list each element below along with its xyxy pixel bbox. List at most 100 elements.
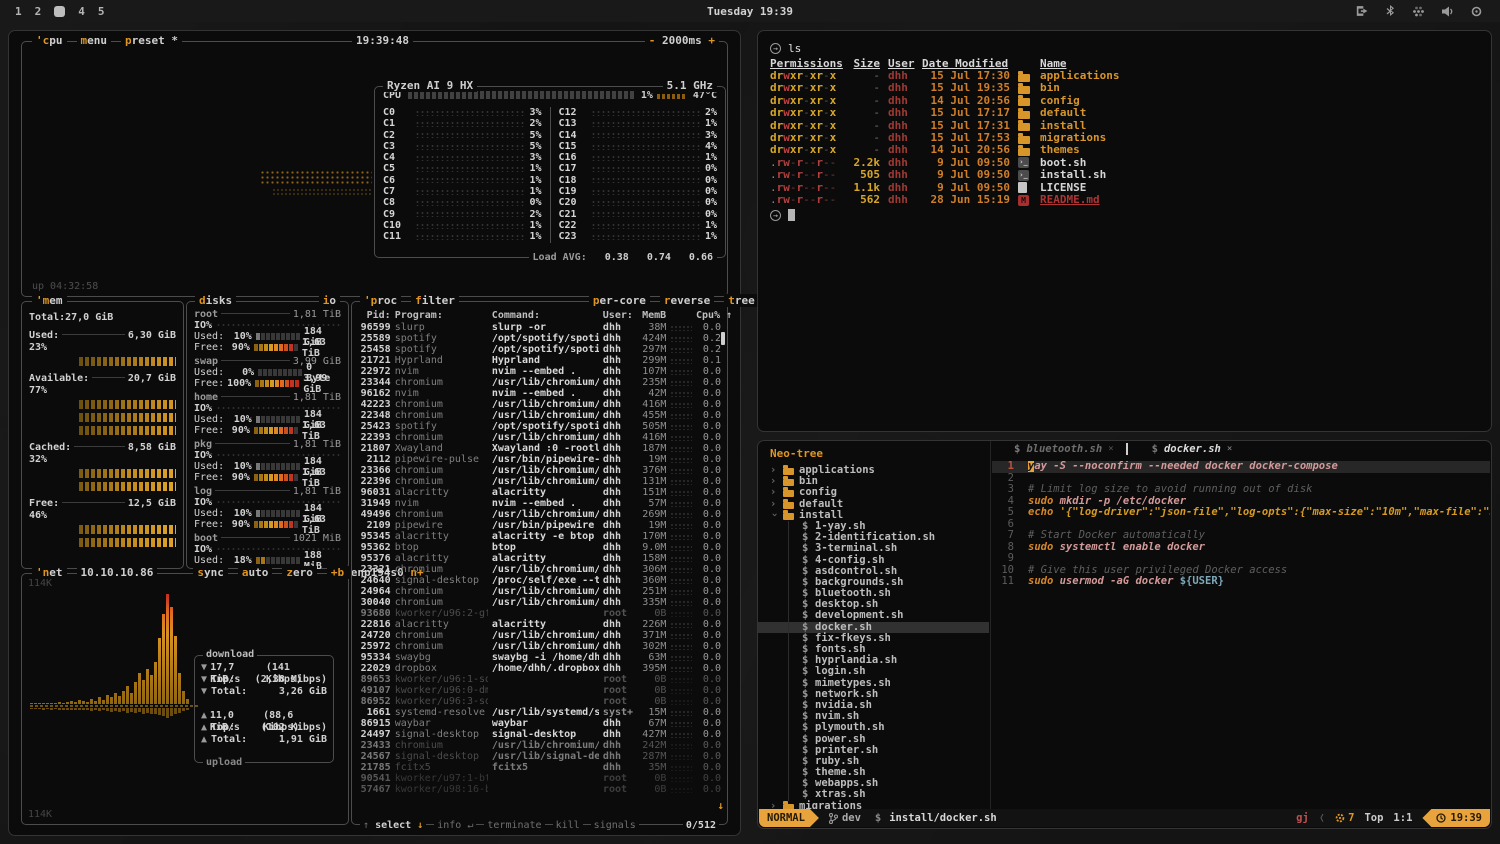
terminate-hint[interactable]: terminate [484, 820, 544, 831]
proc-row[interactable]: 24964chromium/usr/lib/chromium/dhh251M0.… [358, 586, 721, 597]
disks-box-title[interactable]: disks [195, 294, 236, 307]
net-stat-row: ▲11,0 KiB/s(88,6 Kibps) [201, 710, 327, 722]
proc-row[interactable]: 93680kworker/u96:2-gfroot0B0.0 [358, 608, 721, 619]
net-down-bar [102, 700, 105, 704]
kill-hint[interactable]: kill [553, 820, 583, 831]
proc-scrollbar-thumb[interactable] [721, 332, 725, 345]
proc-row[interactable]: 23433chromium/usr/lib/chromium/dhh242M0.… [358, 740, 721, 751]
proc-row[interactable]: 95334swaybgswaybg -i /home/dhdhh63M0.0 [358, 652, 721, 663]
proc-row[interactable]: 25458spotify/opt/spotify/spotidhh297M0.2 [358, 344, 721, 355]
tree-item-install[interactable]: ›install [758, 510, 989, 521]
proc-row[interactable]: 21807XwaylandXwayland :0 -rootldhh187M0.… [358, 443, 721, 454]
tree-item-3-terminal.sh[interactable]: $3-terminal.sh [758, 543, 989, 554]
proc-row[interactable]: 23344chromium/usr/lib/chromium/dhh235M0.… [358, 377, 721, 388]
proc-row[interactable]: 22972nvimnvim --embed .dhh107M0.0 [358, 366, 721, 377]
proc-row[interactable]: 22029dropbox/home/dhh/.dropboxdhh395M0.0 [358, 663, 721, 674]
interval-control[interactable]: - 2000ms + [645, 34, 719, 47]
tree-item-hyprlandia.sh[interactable]: $hyprlandia.sh [758, 655, 989, 666]
proc-row[interactable]: 96599slurpslurp -ordhh38M0.0 [358, 322, 721, 333]
tab-bluetooth.sh[interactable]: $bluetooth.sh× [1004, 443, 1124, 455]
proc-row[interactable]: 22396chromium/usr/lib/chromium/dhh131M0.… [358, 476, 721, 487]
tree-item-plymouth.sh[interactable]: $plymouth.sh [758, 722, 989, 733]
proc-row[interactable]: 22816alacrittyalacrittydhh226M0.0 [358, 619, 721, 630]
proc-tree-toggle[interactable]: tree [724, 294, 759, 307]
proc-row[interactable]: 25423spotify/opt/spotify/spotidhh505M0.0 [358, 421, 721, 432]
proc-row[interactable]: 24497signal-desktopsignal-desktopdhh427M… [358, 729, 721, 740]
proc-row[interactable]: 2112pipewire-pulse/usr/bin/pipewire-dhh1… [358, 454, 721, 465]
proc-row[interactable]: 42223chromium/usr/lib/chromium/dhh416M0.… [358, 399, 721, 410]
net-zero-button[interactable]: zero [282, 566, 317, 579]
select-hint[interactable]: select [375, 820, 411, 831]
proc-row[interactable]: 24640signal-desktop/proc/self/exe --tdhh… [358, 575, 721, 586]
tree-item-development.sh[interactable]: $development.sh [758, 610, 989, 621]
tree-item-nvidia.sh[interactable]: $nvidia.sh [758, 700, 989, 711]
core-row: C101% [383, 220, 542, 231]
proc-row[interactable]: 49496chromium/usr/lib/chromium/dhh269M0.… [358, 509, 721, 520]
cpu-usage-mini-graph [260, 170, 372, 186]
proc-row[interactable]: 95345alacrittyalacritty -e btopdhh170M0.… [358, 531, 721, 542]
tab-docker.sh[interactable]: $docker.sh× [1142, 443, 1243, 455]
net-up-bar [78, 708, 81, 710]
proc-row[interactable]: 90541kworker/u97:1-btroot0B0.0 [358, 773, 721, 784]
proc-row[interactable]: 96031alacrittyalacrittydhh151M0.0 [358, 487, 721, 498]
tree-item-login.sh[interactable]: $login.sh [758, 666, 989, 677]
core-row: C210% [559, 209, 718, 220]
proc-row[interactable]: 96162nvimnvim --embed .dhh42M0.0 [358, 388, 721, 399]
tree-item-printer.sh[interactable]: $printer.sh [758, 745, 989, 756]
close-icon[interactable]: × [1108, 444, 1113, 454]
tree-item-xtras.sh[interactable]: $xtras.sh [758, 789, 989, 800]
tree-item-config[interactable]: ›config [758, 487, 989, 498]
io-toggle[interactable]: io [319, 294, 340, 307]
scroll-down-icon[interactable]: ↓ [717, 799, 724, 812]
proc-filter-button[interactable]: filter [411, 294, 459, 307]
net-down-bar [30, 703, 33, 704]
proc-row[interactable]: 95376alacrittyalacrittydhh158M0.0 [358, 553, 721, 564]
proc-row[interactable]: 24567signal-desktop/usr/lib/signal-dedhh… [358, 751, 721, 762]
proc-row[interactable]: 2109pipewire/usr/bin/pipewiredhh19M0.0 [358, 520, 721, 531]
info-hint[interactable]: info [437, 820, 461, 831]
memory-box-title[interactable]: 'mem [32, 294, 67, 307]
menu-button[interactable]: menu [77, 34, 112, 47]
close-icon[interactable]: × [1227, 444, 1232, 454]
tree-item-power.sh[interactable]: $power.sh [758, 734, 989, 745]
net-down-bar [58, 702, 61, 704]
tree-item-4-config.sh[interactable]: $4-config.sh [758, 555, 989, 566]
proc-percore-toggle[interactable]: per-core [589, 294, 650, 307]
proc-row[interactable]: 57467kworker/u98:16-broot0B0.0 [358, 784, 721, 795]
net-up-bar [182, 708, 185, 711]
tree-item-network.sh[interactable]: $network.sh [758, 689, 989, 700]
proc-row[interactable]: 31949nvimnvim --embed .dhh57M0.0 [358, 498, 721, 509]
proc-row[interactable]: 22393chromium/usr/lib/chromium/dhh416M0.… [358, 432, 721, 443]
proc-row[interactable]: 1661systemd-resolve/usr/lib/systemd/ssys… [358, 707, 721, 718]
tree-item-applications[interactable]: ›applications [758, 465, 989, 476]
proc-row[interactable]: 24720chromium/usr/lib/chromium/dhh371M0.… [358, 630, 721, 641]
net-up-bar [118, 708, 121, 712]
proc-reverse-toggle[interactable]: reverse [660, 294, 714, 307]
proc-row[interactable]: 23321chromium/usr/lib/chromium/dhh306M0.… [358, 564, 721, 575]
proc-row[interactable]: 21785fcitx5fcitx5dhh35M0.0 [358, 762, 721, 773]
proc-row[interactable]: 95362btopbtopdhh9.0M0.0 [358, 542, 721, 553]
tree-item-bin[interactable]: ›bin [758, 476, 989, 487]
tree-item-ruby.sh[interactable]: $ruby.sh [758, 756, 989, 767]
terminal-cursor[interactable] [788, 209, 795, 221]
proc-row[interactable]: 30040chromium/usr/lib/chromium/dhh335M0.… [358, 597, 721, 608]
proc-row[interactable]: 86952kworker/u96:3-sdroot0B0.0 [358, 696, 721, 707]
proc-row[interactable]: 49107kworker/u96:0-dmroot0B0.0 [358, 685, 721, 696]
preset-button[interactable]: preset * [121, 34, 182, 47]
proc-box-title[interactable]: 'proc [360, 294, 401, 307]
proc-row[interactable]: 86915waybarwaybardhh67M0.0 [358, 718, 721, 729]
proc-row[interactable]: 21721HyprlandHyprlanddhh299M0.1 [358, 355, 721, 366]
proc-row[interactable]: 25589spotify/opt/spotify/spotidhh424M0.2 [358, 333, 721, 344]
proc-row[interactable]: 25972chromium/usr/lib/chromium/dhh302M0.… [358, 641, 721, 652]
net-auto-button[interactable]: auto [238, 566, 273, 579]
statusline: NORMAL dev $ install/docker.sh gj ❬ 7 To… [759, 809, 1490, 827]
proc-row[interactable]: 23366chromium/usr/lib/chromium/dhh376M0.… [358, 465, 721, 476]
tree-item-webapps.sh[interactable]: $webapps.sh [758, 778, 989, 789]
proc-row[interactable]: 89653kworker/u96:1-sdroot0B0.0 [358, 674, 721, 685]
signals-hint[interactable]: signals [591, 820, 639, 831]
net-down-bar [142, 680, 145, 704]
proc-row[interactable]: 22348chromium/usr/lib/chromium/dhh455M0.… [358, 410, 721, 421]
net-sync-button[interactable]: sync [193, 566, 228, 579]
tree-item-default[interactable]: ›default [758, 499, 989, 510]
tree-item-fix-fkeys.sh[interactable]: $fix-fkeys.sh [758, 633, 989, 644]
